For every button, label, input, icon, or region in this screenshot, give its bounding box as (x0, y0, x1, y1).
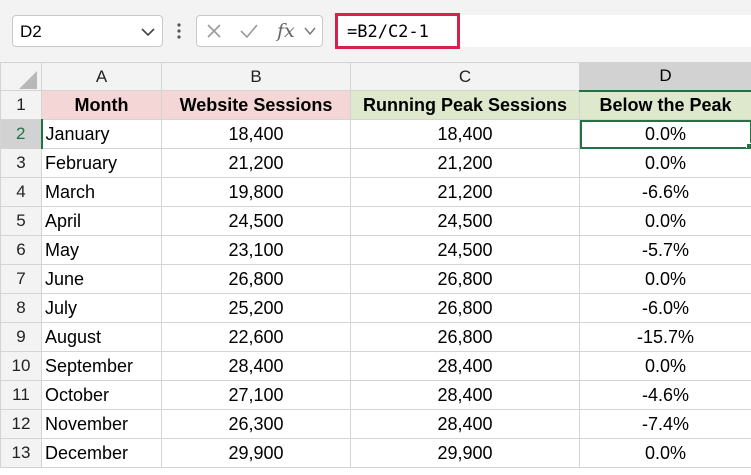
formula-bar-area: D2 fx =B2/C2-1 (0, 0, 751, 63)
cell-website-sessions[interactable]: 29,900 (161, 438, 351, 468)
cell-below-peak[interactable]: 0.0% (579, 206, 751, 236)
insert-function-button[interactable]: fx (277, 20, 295, 42)
cell-running-peak[interactable]: 26,800 (350, 264, 580, 294)
enter-check-icon[interactable] (239, 22, 259, 40)
cell-month[interactable]: March (41, 177, 162, 207)
cell-website-sessions[interactable]: 19,800 (161, 177, 351, 207)
cell-website-sessions[interactable]: 26,300 (161, 409, 351, 439)
cell-website-sessions[interactable]: 21,200 (161, 148, 351, 178)
cell-running-peak[interactable]: 18,400 (350, 119, 580, 149)
cell-below-peak[interactable]: 0.0% (579, 264, 751, 294)
cell-running-peak[interactable]: 24,500 (350, 235, 580, 265)
active-cell[interactable]: 0.0% (579, 119, 751, 149)
fill-handle[interactable] (746, 143, 751, 148)
cell-website-sessions[interactable]: 27,100 (161, 380, 351, 410)
cell-below-peak[interactable]: -6.0% (579, 293, 751, 323)
row-header[interactable]: 2 (0, 119, 43, 149)
table-row: 10 September 28,400 28,400 0.0% (0, 351, 751, 381)
cell-website-sessions[interactable]: 22,600 (161, 322, 351, 352)
row-header[interactable]: 6 (0, 235, 42, 265)
table-row: 5 April 24,500 24,500 0.0% (0, 206, 751, 236)
column-header-d[interactable]: D (579, 62, 751, 92)
table-row: 12 November 26,300 28,400 -7.4% (0, 409, 751, 439)
cell-running-peak[interactable]: 24,500 (350, 206, 580, 236)
column-header-a[interactable]: A (41, 62, 162, 91)
header-month[interactable]: Month (41, 90, 162, 120)
row-header[interactable]: 5 (0, 206, 42, 236)
cell-running-peak[interactable]: 29,900 (350, 438, 580, 468)
table-row: 7 June 26,800 26,800 0.0% (0, 264, 751, 294)
cell-running-peak[interactable]: 28,400 (350, 380, 580, 410)
select-all-icon (19, 70, 37, 89)
cell-website-sessions[interactable]: 24,500 (161, 206, 351, 236)
cell-month[interactable]: December (41, 438, 162, 468)
column-header-c[interactable]: C (350, 62, 580, 91)
cell-website-sessions[interactable]: 28,400 (161, 351, 351, 381)
chevron-down-icon[interactable] (303, 25, 317, 37)
cancel-icon[interactable] (205, 22, 223, 40)
table-row: 2 January 18,400 18,400 0.0% (0, 119, 751, 149)
formula-input[interactable]: =B2/C2-1 (335, 13, 460, 49)
cell-month[interactable]: September (41, 351, 162, 381)
row-header[interactable]: 10 (0, 351, 42, 381)
formula-input-extension[interactable] (460, 15, 751, 47)
table-row: 8 July 25,200 26,800 -6.0% (0, 293, 751, 323)
row-header[interactable]: 9 (0, 322, 42, 352)
spreadsheet-grid: A B C D 1 Month Website Sessions Running… (0, 62, 751, 468)
cell-month[interactable]: June (41, 264, 162, 294)
column-header-b[interactable]: B (161, 62, 351, 91)
select-all-corner[interactable] (0, 62, 42, 91)
cell-running-peak[interactable]: 28,400 (350, 409, 580, 439)
row-header[interactable]: 8 (0, 293, 42, 323)
cell-month[interactable]: January (41, 119, 162, 149)
cell-month[interactable]: May (41, 235, 162, 265)
cell-below-peak[interactable]: 0.0% (579, 351, 751, 381)
cell-below-peak[interactable]: 0.0% (579, 438, 751, 468)
cell-website-sessions[interactable]: 18,400 (161, 119, 351, 149)
name-box-value: D2 (20, 22, 42, 41)
cell-below-peak[interactable]: -15.7% (579, 322, 751, 352)
cell-below-peak[interactable]: -7.4% (579, 409, 751, 439)
cell-website-sessions[interactable]: 25,200 (161, 293, 351, 323)
header-below-the-peak[interactable]: Below the Peak (579, 90, 751, 120)
formula-text: =B2/C2-1 (347, 22, 429, 42)
cell-month[interactable]: April (41, 206, 162, 236)
cell-below-peak[interactable]: -4.6% (579, 380, 751, 410)
row-header[interactable]: 11 (0, 380, 42, 410)
name-box[interactable]: D2 (12, 15, 163, 47)
cell-running-peak[interactable]: 21,200 (350, 177, 580, 207)
cell-website-sessions[interactable]: 26,800 (161, 264, 351, 294)
table-row: 9 August 22,600 26,800 -15.7% (0, 322, 751, 352)
cell-running-peak[interactable]: 26,800 (350, 322, 580, 352)
more-options-icon[interactable] (176, 19, 182, 43)
cell-month[interactable]: August (41, 322, 162, 352)
formula-buttons: fx (196, 15, 323, 47)
cell-running-peak[interactable]: 26,800 (350, 293, 580, 323)
cell-month[interactable]: November (41, 409, 162, 439)
table-row: 11 October 27,100 28,400 -4.6% (0, 380, 751, 410)
table-row: 13 December 29,900 29,900 0.0% (0, 438, 751, 468)
table-row: 6 May 23,100 24,500 -5.7% (0, 235, 751, 265)
cell-below-peak[interactable]: -6.6% (579, 177, 751, 207)
cell-running-peak[interactable]: 28,400 (350, 351, 580, 381)
header-running-peak-sessions[interactable]: Running Peak Sessions (350, 90, 580, 120)
header-website-sessions[interactable]: Website Sessions (161, 90, 351, 120)
row-header-1[interactable]: 1 (0, 90, 42, 120)
row-header[interactable]: 13 (0, 438, 42, 468)
row-header[interactable]: 12 (0, 409, 42, 439)
cell-month[interactable]: July (41, 293, 162, 323)
cell-below-peak[interactable]: -5.7% (579, 235, 751, 265)
row-header[interactable]: 7 (0, 264, 42, 294)
cell-below-peak[interactable]: 0.0% (579, 148, 751, 178)
chevron-down-icon[interactable] (140, 25, 156, 39)
cell-month[interactable]: October (41, 380, 162, 410)
row-header[interactable]: 3 (0, 148, 42, 178)
cell-running-peak[interactable]: 21,200 (350, 148, 580, 178)
row-header[interactable]: 4 (0, 177, 42, 207)
cell-month[interactable]: February (41, 148, 162, 178)
table-row: 3 February 21,200 21,200 0.0% (0, 148, 751, 178)
table-row: 4 March 19,800 21,200 -6.6% (0, 177, 751, 207)
cell-website-sessions[interactable]: 23,100 (161, 235, 351, 265)
